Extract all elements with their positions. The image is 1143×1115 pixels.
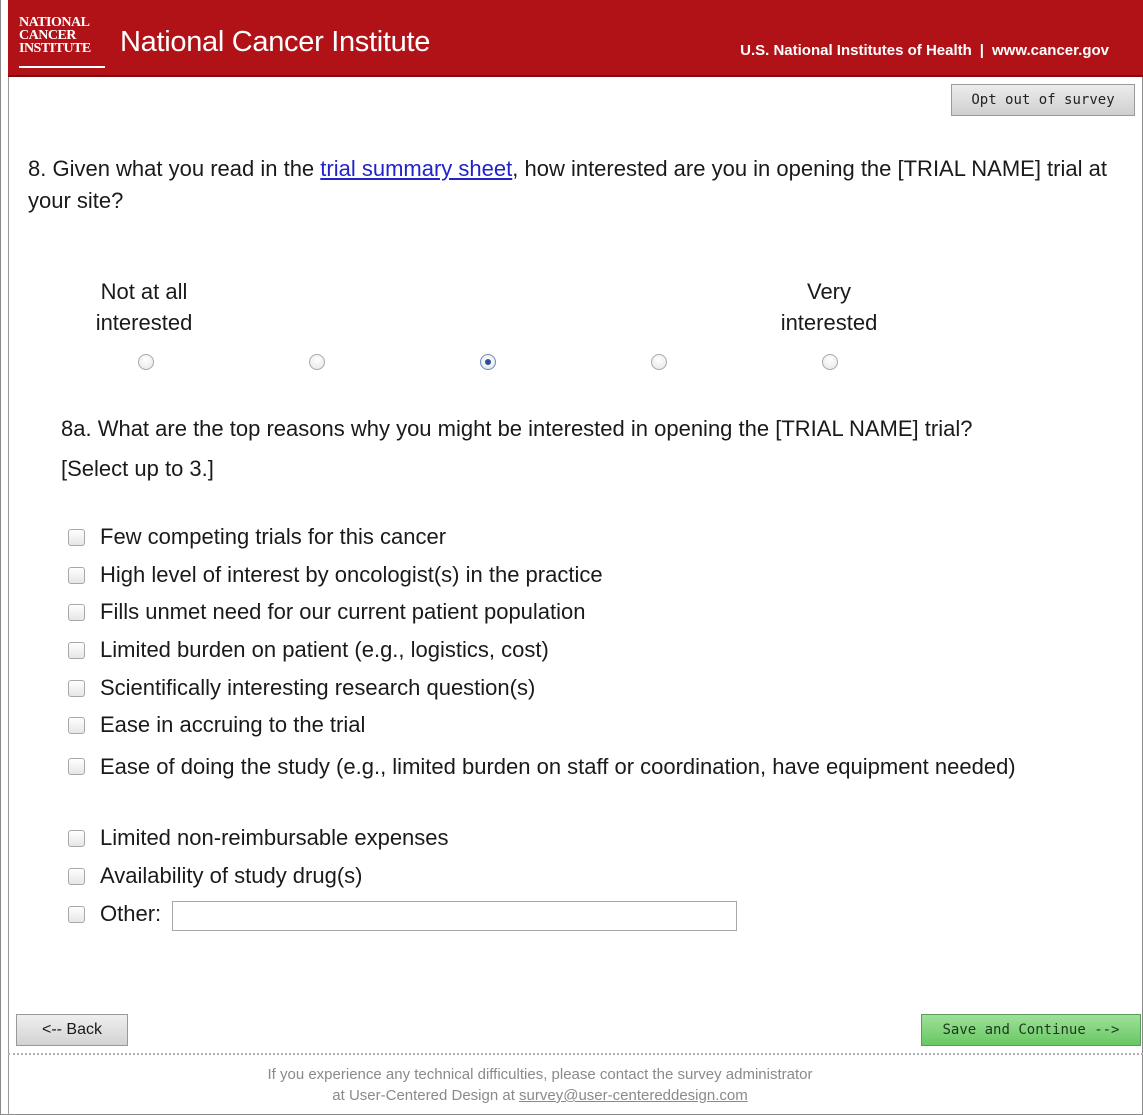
question-8a-text: 8a. What are the top reasons why you mig…	[61, 416, 973, 441]
reason-option[interactable]: Limited non-reimbursable expenses	[68, 825, 449, 851]
reason-label: Ease in accruing to the trial	[100, 712, 366, 737]
footer: If you experience any technical difficul…	[0, 1064, 1080, 1106]
checkbox[interactable]	[68, 716, 85, 734]
left-border	[8, 77, 9, 1115]
reason-option[interactable]: Fills unmet need for our current patient…	[68, 599, 586, 625]
reason-label: Few competing trials for this cancer	[100, 524, 447, 549]
scale-radio-5[interactable]	[822, 354, 838, 370]
reason-option[interactable]: Ease of doing the study (e.g., limited b…	[28, 748, 1078, 786]
trial-summary-link[interactable]: trial summary sheet	[320, 156, 512, 181]
checkbox[interactable]	[68, 905, 85, 923]
checkbox[interactable]	[68, 867, 85, 885]
scale-low-label: Not at all interested	[54, 276, 234, 338]
reason-option[interactable]: Limited burden on patient (e.g., logisti…	[68, 637, 549, 663]
checkbox[interactable]	[68, 829, 85, 847]
question-8: 8. Given what you read in the trial summ…	[28, 153, 1118, 217]
checkbox[interactable]	[68, 603, 85, 621]
reason-option[interactable]: Scientifically interesting research ques…	[68, 675, 535, 701]
link-separator: |	[979, 42, 984, 59]
reason-label: Other:	[100, 901, 162, 926]
reason-label: Ease of doing the study (e.g., limited b…	[100, 754, 1016, 779]
support-email-link[interactable]: survey@user-centereddesign.com	[519, 1087, 748, 1104]
scale-high-label-line: Very	[806, 279, 852, 304]
reason-option[interactable]: Few competing trials for this cancer	[68, 524, 446, 550]
nih-link[interactable]: U.S. National Institutes of Health	[740, 42, 972, 59]
scale-radio-2[interactable]	[309, 354, 325, 370]
checkbox[interactable]	[68, 757, 85, 775]
reason-option[interactable]: Ease in accruing to the trial	[68, 712, 365, 738]
question-8a-instruction: [Select up to 3.]	[61, 456, 214, 481]
scale-radio-4[interactable]	[651, 354, 667, 370]
question-8a: 8a. What are the top reasons why you mig…	[61, 409, 1121, 489]
back-button[interactable]: <-- Back	[16, 1014, 128, 1046]
reason-label: Fills unmet need for our current patient…	[100, 599, 586, 624]
scale-low-label-line: interested	[95, 310, 193, 335]
footer-contact-text: at User-Centered Design at	[332, 1087, 520, 1104]
logo-line: INSTITUTE	[19, 41, 91, 56]
reason-label: Limited burden on patient (e.g., logisti…	[100, 637, 549, 662]
checkbox[interactable]	[68, 566, 85, 584]
question-text-prefix: 8. Given what you read in the	[28, 156, 321, 181]
scale-low-label-line: Not at all	[100, 279, 188, 304]
scale-radio-1[interactable]	[138, 354, 154, 370]
other-reason-input[interactable]	[172, 901, 737, 931]
scale-radio-3[interactable]	[480, 354, 496, 370]
org-name: National Cancer Institute	[120, 26, 431, 58]
save-continue-button[interactable]: Save and Continue -->	[921, 1014, 1141, 1046]
checkbox[interactable]	[68, 679, 85, 697]
footer-line: at User-Centered Design at survey@user-c…	[0, 1085, 1080, 1106]
checkbox[interactable]	[68, 528, 85, 546]
reason-option[interactable]: Availability of study drug(s)	[68, 863, 363, 889]
reason-option[interactable]: Other:	[68, 901, 161, 927]
cancer-gov-link[interactable]: www.cancer.gov	[992, 42, 1109, 59]
reason-label: Availability of study drug(s)	[100, 863, 363, 888]
footer-line: If you experience any technical difficul…	[267, 1066, 813, 1083]
reason-label: Limited non-reimbursable expenses	[100, 825, 449, 850]
footer-divider	[8, 1053, 1143, 1055]
nci-logo[interactable]: NATIONAL CANCER INSTITUTE	[19, 16, 105, 68]
opt-out-button[interactable]: Opt out of survey	[951, 84, 1135, 116]
header-links: U.S. National Institutes of Health | www.c…	[740, 42, 1109, 59]
reason-label: High level of interest by oncologist(s) …	[100, 562, 603, 587]
checkbox[interactable]	[68, 641, 85, 659]
scale-high-label: Very interested	[739, 276, 919, 338]
scale-high-label-line: interested	[780, 310, 878, 335]
site-header: NATIONAL CANCER INSTITUTE National Cance…	[8, 0, 1143, 77]
reason-label: Scientifically interesting research ques…	[100, 675, 536, 700]
reason-option[interactable]: High level of interest by oncologist(s) …	[68, 562, 603, 588]
